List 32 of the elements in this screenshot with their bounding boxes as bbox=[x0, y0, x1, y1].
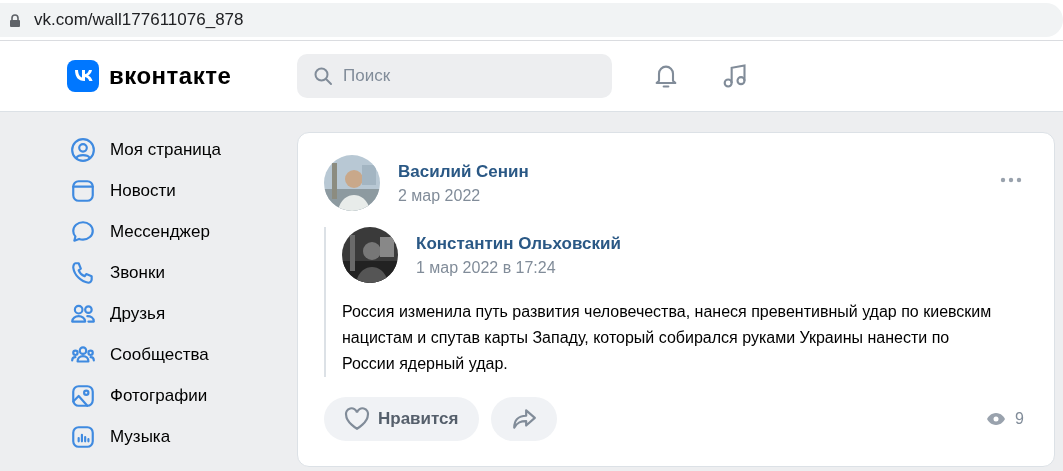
share-arrow-icon bbox=[510, 407, 537, 431]
user-circle-icon bbox=[70, 137, 96, 163]
phone-icon bbox=[70, 260, 96, 286]
author-name[interactable]: Константин Ольховский bbox=[416, 233, 621, 254]
sidebar-item[interactable]: Сообщества bbox=[70, 337, 273, 373]
sidebar-item[interactable]: Новости bbox=[70, 173, 273, 209]
more-icon[interactable] bbox=[1000, 177, 1022, 183]
post-date[interactable]: 2 мар 2022 bbox=[398, 186, 529, 205]
post-text: Россия изменила путь развития человечества, нанеся превентивный удар по киевским нацистам и спутав карты Западу, который собирался руками Украины нанести по России ядерный удар. bbox=[342, 302, 992, 374]
sidebar-item[interactable]: Друзья bbox=[70, 296, 273, 332]
sidebar-item[interactable]: Музыка bbox=[70, 419, 273, 455]
lock-icon bbox=[10, 13, 20, 27]
sidebar-item[interactable]: Мессенджер bbox=[70, 214, 273, 250]
chat-bubble-icon bbox=[70, 219, 96, 245]
share-button[interactable] bbox=[490, 397, 557, 441]
like-button[interactable]: Нравится bbox=[324, 397, 479, 441]
address-bar[interactable]: vk.com/wall177611076_878 bbox=[0, 3, 1063, 37]
image-icon bbox=[70, 383, 96, 409]
logo-text[interactable]: вконтакте bbox=[109, 62, 232, 90]
sidebar-item[interactable]: Моя страница bbox=[70, 132, 273, 168]
post-date[interactable]: 1 мар 2022 в 17:24 bbox=[416, 258, 621, 277]
newspaper-icon bbox=[70, 178, 96, 204]
music-bars-icon bbox=[70, 424, 96, 450]
url-text: vk.com/wall177611076_878 bbox=[34, 10, 244, 30]
sidebar-item[interactable]: Звонки bbox=[70, 255, 273, 291]
vk-logo-icon[interactable] bbox=[67, 60, 99, 92]
eye-icon bbox=[987, 413, 1006, 425]
search-icon bbox=[313, 66, 333, 86]
view-count: 9 bbox=[1015, 410, 1024, 428]
heart-icon bbox=[344, 407, 370, 431]
sidebar-item[interactable]: Фотографии bbox=[70, 378, 273, 414]
author-name[interactable]: Василий Сенин bbox=[398, 161, 529, 182]
